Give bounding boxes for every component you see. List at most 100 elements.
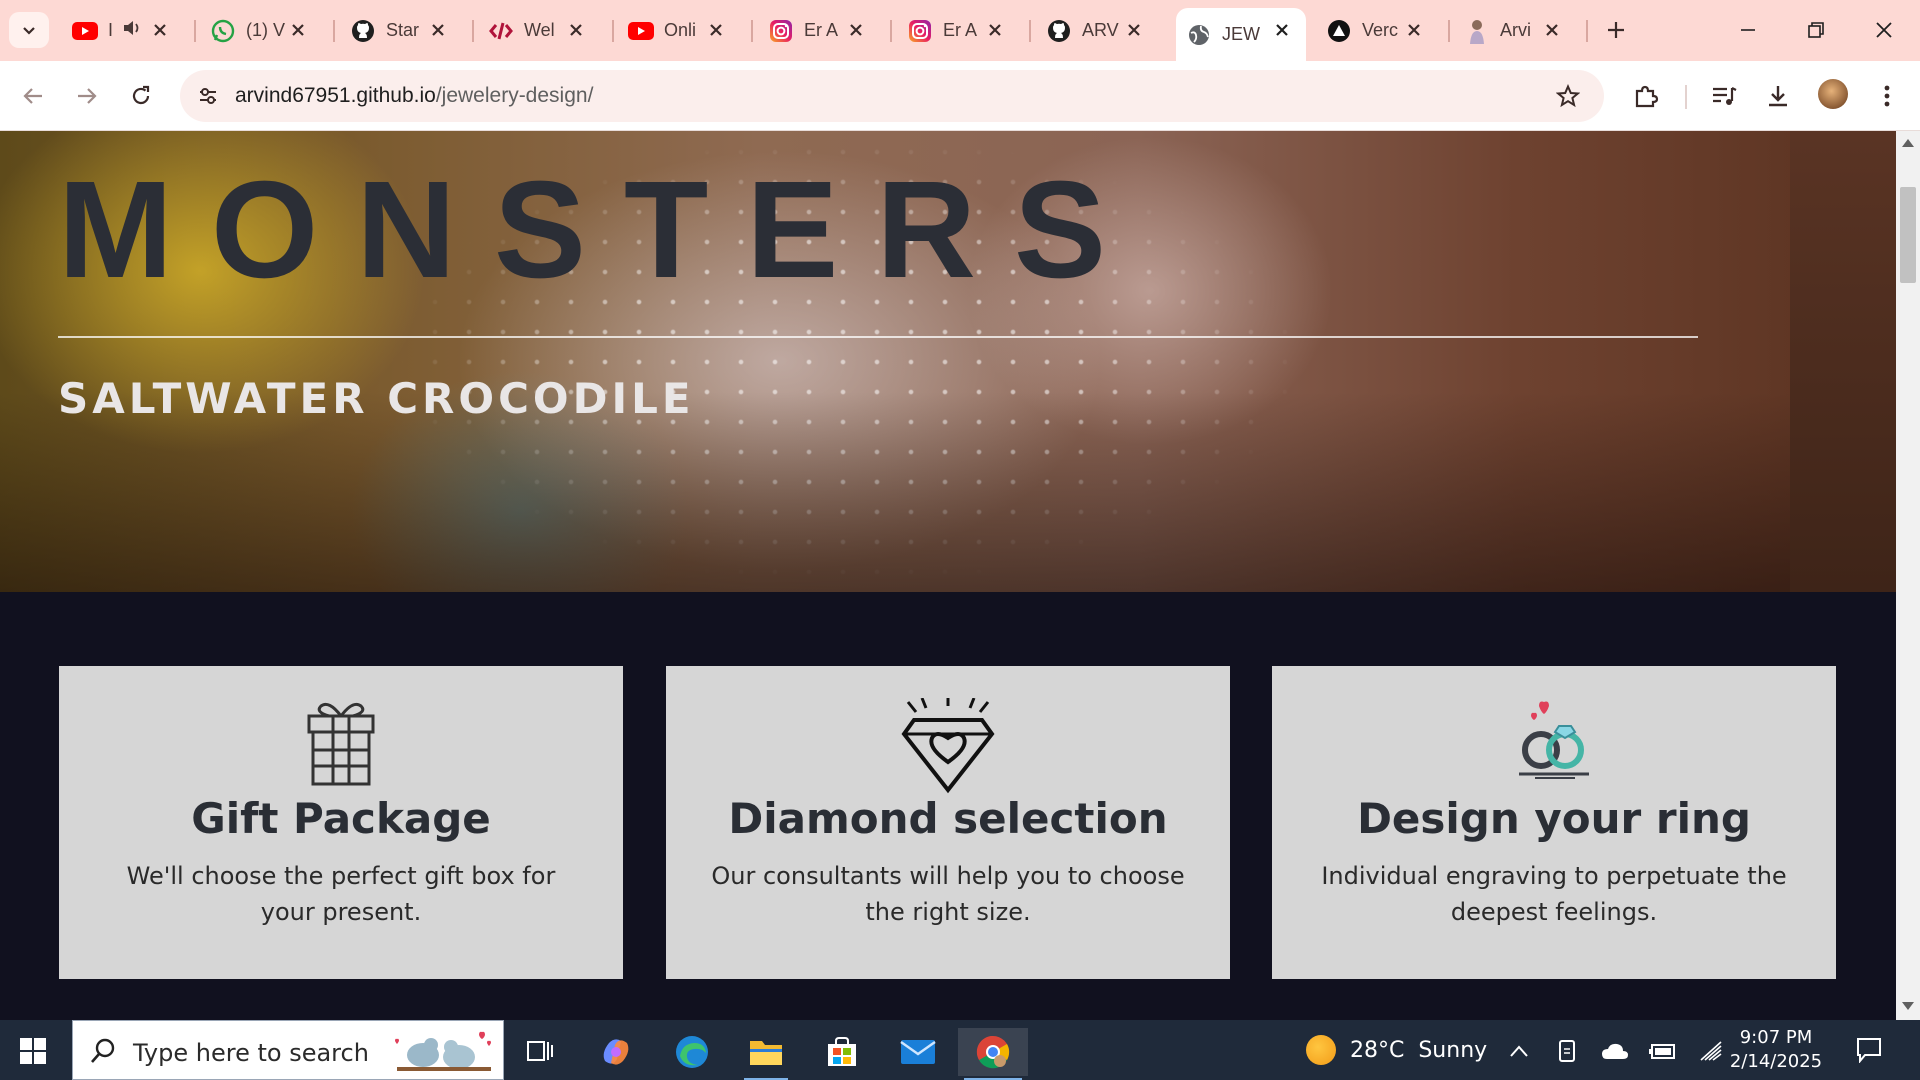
- forward-button[interactable]: [66, 75, 108, 117]
- restore-button[interactable]: [1782, 0, 1850, 60]
- close-tab-icon[interactable]: [1400, 16, 1428, 44]
- globe-icon: [1186, 22, 1212, 48]
- task-view-button[interactable]: [512, 1028, 568, 1076]
- close-tab-icon[interactable]: [981, 16, 1009, 44]
- tab-whatsapp[interactable]: (1) V: [200, 8, 322, 53]
- tab-title: Star: [386, 20, 420, 40]
- card-title: Diamond selection: [728, 794, 1168, 843]
- battery-icon: [1649, 1044, 1675, 1059]
- tab-youtube-audio[interactable]: I: [62, 8, 184, 53]
- valentine-birds-icon: [395, 1031, 491, 1071]
- card-title: Gift Package: [191, 794, 491, 843]
- url-host: arvind67951.github.io: [235, 84, 436, 107]
- tab-instagram-2[interactable]: Er A: [897, 8, 1019, 53]
- downloads-button[interactable]: [1757, 75, 1799, 117]
- reload-button[interactable]: [120, 75, 162, 117]
- sun-icon: [1306, 1035, 1336, 1065]
- tab-web[interactable]: Wel: [478, 8, 600, 53]
- tab-title: I: [108, 20, 114, 40]
- weather-widget[interactable]: 28°C Sunny: [1306, 1034, 1487, 1066]
- close-tab-icon[interactable]: [424, 16, 452, 44]
- file-explorer-app[interactable]: [738, 1028, 794, 1080]
- tab-separator: [890, 20, 892, 42]
- tab-github-star[interactable]: Star: [340, 8, 462, 53]
- tab-instagram-1[interactable]: Er A: [758, 8, 880, 53]
- close-tab-icon[interactable]: [562, 16, 590, 44]
- close-tab-icon[interactable]: [1268, 16, 1296, 44]
- arrow-right-icon: [78, 88, 97, 104]
- chrome-app[interactable]: [958, 1028, 1028, 1080]
- close-tab-icon[interactable]: [146, 16, 174, 44]
- minimize-button[interactable]: [1714, 0, 1782, 60]
- site-info-icon[interactable]: [192, 80, 224, 112]
- hero-edge: [1790, 131, 1896, 592]
- clock-time: 9:07 PM: [1739, 1027, 1813, 1048]
- hero-section: MONSTERS SALTWATER CROCODILE: [0, 131, 1896, 592]
- back-button[interactable]: [12, 75, 54, 117]
- whatsapp-icon: [210, 18, 236, 44]
- scroll-down-arrow-icon[interactable]: [1902, 1002, 1914, 1010]
- tab-title: JEW: [1222, 24, 1260, 44]
- show-hidden-icons-button[interactable]: [1502, 1036, 1536, 1066]
- hero-divider: [58, 336, 1698, 338]
- extensions-button[interactable]: [1625, 75, 1667, 117]
- scrollbar-thumb[interactable]: [1900, 187, 1916, 283]
- tab-jewelery-active[interactable]: JEW: [1176, 8, 1306, 61]
- close-tab-icon[interactable]: [842, 16, 870, 44]
- minimize-icon: [1741, 29, 1755, 31]
- tab-arvi[interactable]: Arvi: [1454, 8, 1576, 53]
- tab-youtube-online[interactable]: Onli: [618, 8, 740, 53]
- github-icon: [1046, 18, 1072, 44]
- url-text[interactable]: arvind67951.github.io/jewelery-design/: [235, 84, 593, 108]
- edge-app[interactable]: [664, 1028, 720, 1076]
- tab-vercel[interactable]: Verc: [1316, 8, 1438, 53]
- card-description: We'll choose the perfect gift box for yo…: [126, 862, 556, 926]
- taskbar-clock[interactable]: 9:07 PM 2/14/2025: [1728, 1026, 1824, 1074]
- download-icon: [1769, 86, 1787, 107]
- profile-photo-icon: [1464, 18, 1490, 44]
- microsoft-store-app[interactable]: [814, 1028, 870, 1076]
- wifi-tray[interactable]: [1694, 1036, 1728, 1066]
- menu-button[interactable]: [1866, 75, 1908, 117]
- taskbar-search[interactable]: Type here to search: [72, 1020, 504, 1080]
- chrome-icon: [976, 1035, 1010, 1069]
- tab-github-arv[interactable]: ARV: [1036, 8, 1158, 53]
- close-tab-icon[interactable]: [1120, 16, 1148, 44]
- page-scrollbar[interactable]: [1896, 131, 1920, 1020]
- profile-avatar[interactable]: [1818, 79, 1848, 109]
- speaker-icon[interactable]: [122, 19, 142, 42]
- instagram-icon: [768, 18, 794, 44]
- close-tab-icon[interactable]: [702, 16, 730, 44]
- weather-text: 28°C Sunny: [1350, 1037, 1488, 1063]
- search-icon: [91, 1038, 115, 1063]
- close-tab-icon[interactable]: [1538, 16, 1566, 44]
- rings-icon: [1272, 698, 1836, 788]
- new-tab-button[interactable]: [1598, 12, 1634, 48]
- copilot-app[interactable]: [588, 1028, 644, 1076]
- onedrive-tray[interactable]: [1598, 1036, 1632, 1066]
- tab-search-button[interactable]: [9, 12, 49, 48]
- battery-tray[interactable]: [1646, 1036, 1680, 1066]
- close-tab-icon[interactable]: [284, 16, 312, 44]
- close-window-button[interactable]: [1850, 0, 1918, 60]
- address-bar[interactable]: arvind67951.github.io/jewelery-design/: [180, 70, 1604, 122]
- mail-icon: [900, 1040, 936, 1064]
- tab-title: Onli: [664, 20, 697, 40]
- code-icon: [488, 18, 514, 44]
- tab-separator: [1029, 20, 1031, 42]
- youtube-icon: [72, 18, 98, 44]
- card-description: Our consultants will help you to choose …: [711, 862, 1185, 926]
- meet-now-tray[interactable]: [1550, 1036, 1584, 1066]
- scroll-up-arrow-icon[interactable]: [1902, 139, 1914, 147]
- tab-separator: [194, 20, 196, 42]
- notifications-button[interactable]: [1852, 1034, 1886, 1066]
- tab-separator: [472, 20, 474, 42]
- store-icon: [828, 1037, 856, 1066]
- media-controls-button[interactable]: [1703, 75, 1745, 117]
- bookmark-star-icon[interactable]: [1552, 80, 1584, 112]
- cloud-icon: [1602, 1043, 1628, 1059]
- mail-app[interactable]: [890, 1028, 946, 1076]
- diamond-heart-icon: [666, 698, 1230, 794]
- start-button[interactable]: [12, 1034, 54, 1068]
- tab-separator: [333, 20, 335, 42]
